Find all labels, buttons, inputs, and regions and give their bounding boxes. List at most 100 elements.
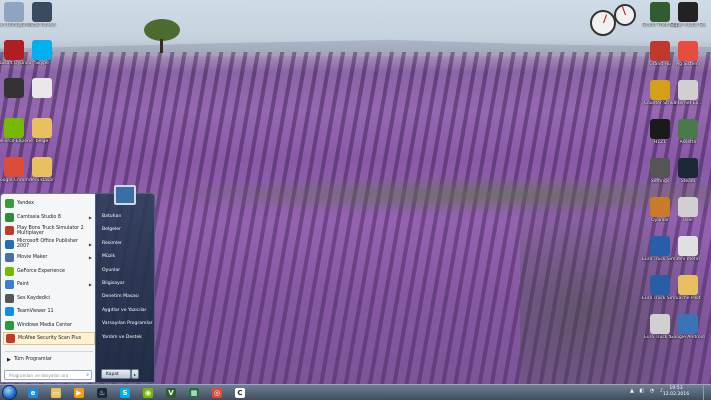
desktop-icon[interactable]: Internet Ex... [670,80,706,106]
media-center-icon [5,320,14,330]
start-menu-program-label: Paint [17,282,29,287]
truck-icon [650,236,670,256]
start-menu-program[interactable]: TeamViewer 11 [3,305,95,318]
shutdown-label: Kapat [106,371,119,377]
taskbar-pinned-button[interactable]: ▦ [185,386,203,400]
taskbar-pinned-button[interactable]: ♨ [93,386,111,400]
explorer-icon: ▭ [51,388,61,398]
taskbar-pinned-button[interactable]: ◎ [208,386,226,400]
desktop-icon[interactable]: User [670,197,706,223]
start-menu-place[interactable]: Yardım ve Destek [102,335,142,340]
taskbar-pinned-button[interactable]: ◉ [139,386,157,400]
start-menu-place[interactable]: Batuhan [102,214,121,219]
app-icon [678,80,698,100]
all-programs-button[interactable]: ▶ Tüm Programlar [3,354,95,365]
desktop-icon[interactable]: Skype [24,40,60,66]
taskbar-pinned-button[interactable]: e [24,386,42,400]
taskbar-pinned-button[interactable]: C [231,386,249,400]
start-menu-program[interactable]: Play Bons Truck Simulator 2 Multiplayer [3,224,95,237]
desktop-icon-label: Yeni metin [676,257,700,262]
start-menu-program[interactable]: Movie Maker ▶ [3,251,95,264]
nvidia-icon [4,118,24,138]
desktop-icon[interactable]: belge [24,118,60,144]
movie-icon [5,253,14,262]
desktop-icon-label: Cache Pilot [675,296,701,301]
desktop-icon[interactable]: Ağ Sistemi [670,41,706,67]
archive-icon [678,275,698,295]
steam-icon [678,158,698,178]
desktop-icon[interactable]: Cache Pilot [670,275,706,301]
paint-icon [5,280,14,289]
show-desktop-button[interactable] [703,385,711,400]
start-menu-program-label: Movie Maker [17,255,48,260]
skype-icon: S [120,388,130,398]
desktop-icon[interactable]: Ocak İlavesi [24,2,60,28]
desktop-icon[interactable]: Assetto [670,119,706,145]
desktop-icon-label: Ocak İlavesi [28,23,56,28]
submenu-arrow-icon: ▶ [88,214,92,220]
start-menu-place[interactable]: Müzik [102,254,115,259]
cs-icon [650,80,670,100]
desktop-icon-label: Yeni klasör [29,178,54,183]
start-menu-programs-pane: Yandex Camtasia Studio 8 ▶ Play Bons Truck … [0,193,96,383]
desktop-icon[interactable]: Steam [670,158,706,184]
star-icon [650,41,670,61]
start-menu-program[interactable]: Paint ▶ [3,278,95,291]
mic-icon [5,293,14,303]
shutdown-button[interactable]: Kapat [101,369,131,379]
start-menu-place[interactable]: Belgeler [102,227,121,232]
document-icon [678,236,698,256]
mcafee-icon [6,334,15,343]
start-menu-place[interactable]: Oyunlar [102,268,120,273]
start-menu-place[interactable]: Aygıtlar ve Yazıcılar [102,308,146,313]
spreadsheet-icon: ▦ [189,388,199,398]
h1-icon [650,119,670,139]
tree [142,19,182,55]
media-icon [4,78,24,98]
clock[interactable]: 19:53 12.02.2016 [657,386,695,398]
start-menu-program[interactable]: Windows Media Center [3,319,95,332]
user-icon [678,197,698,217]
start-search-input[interactable]: Programları ve dosyaları ara ⌕ [4,370,92,380]
start-menu-program[interactable]: GeForce Experience [3,265,95,278]
desktop-icon[interactable]: Super Audio Gen [670,2,706,28]
taskbar-pinned-button[interactable]: S [116,386,134,400]
separator [5,351,93,352]
cpu-meter-gadget[interactable] [590,4,640,36]
triangle-right-icon: ▶ [7,356,11,363]
clock-date: 12.02.2016 [662,392,690,397]
start-menu-place[interactable]: Bilgisayar [102,281,125,286]
gta-icon: V [166,388,176,398]
start-menu-program-label: TeamViewer 11 [17,309,54,314]
start-menu-program[interactable]: Yandex [3,197,95,210]
start-menu-program[interactable]: Ses Kaydedici [3,292,95,305]
desktop-icon-label: Internet Ex... [673,101,703,106]
truck-icon [650,275,670,295]
start-menu-program[interactable]: McAfee Security Scan Plus [3,332,95,345]
truck-icon [650,314,670,334]
start-menu-program-label: Play Bons Truck Simulator 2 Multiplayer [17,225,84,236]
start-menu-program-label: Yandex [17,201,34,206]
file-icon [32,78,52,98]
start-menu-place[interactable]: Resimler [102,241,122,246]
user-picture[interactable] [114,185,136,205]
start-menu-program[interactable]: Microsoft Office Publisher 2007 ▶ [3,238,95,251]
taskbar-pinned-button[interactable]: ▭ [47,386,65,400]
chrome-icon: ◎ [212,388,222,398]
start-menu-program[interactable]: Camtasia Studio 8 ▶ [3,211,95,224]
desktop-icon-label: Ağ Sistemi [676,62,700,67]
desktop-icon[interactable]: Google Android Mod 5 Yaz... [670,314,706,340]
desktop-icon[interactable] [24,78,60,99]
start-menu-places-pane: Batuhan Belgeler Resimler Müzik Oyunlar Bilgi… [95,193,155,383]
shutdown-options-button[interactable]: ▸ [131,369,139,379]
start-button[interactable] [2,385,17,400]
start-menu-program-label: GeForce Experience [17,268,65,274]
desktop-icon[interactable]: Yeni klasör [24,157,60,183]
start-menu-place[interactable]: Denetim Masası [102,294,139,299]
taskbar-pinned-button[interactable]: V [162,386,180,400]
taskbar-pinned-button[interactable]: ▶ [70,386,88,400]
submenu-arrow-icon: ▶ [88,282,92,287]
desktop-icon[interactable]: Yeni metin [670,236,706,262]
start-menu-place[interactable]: Varsayılan Programlar [102,321,153,326]
adobe-icon [4,40,24,60]
